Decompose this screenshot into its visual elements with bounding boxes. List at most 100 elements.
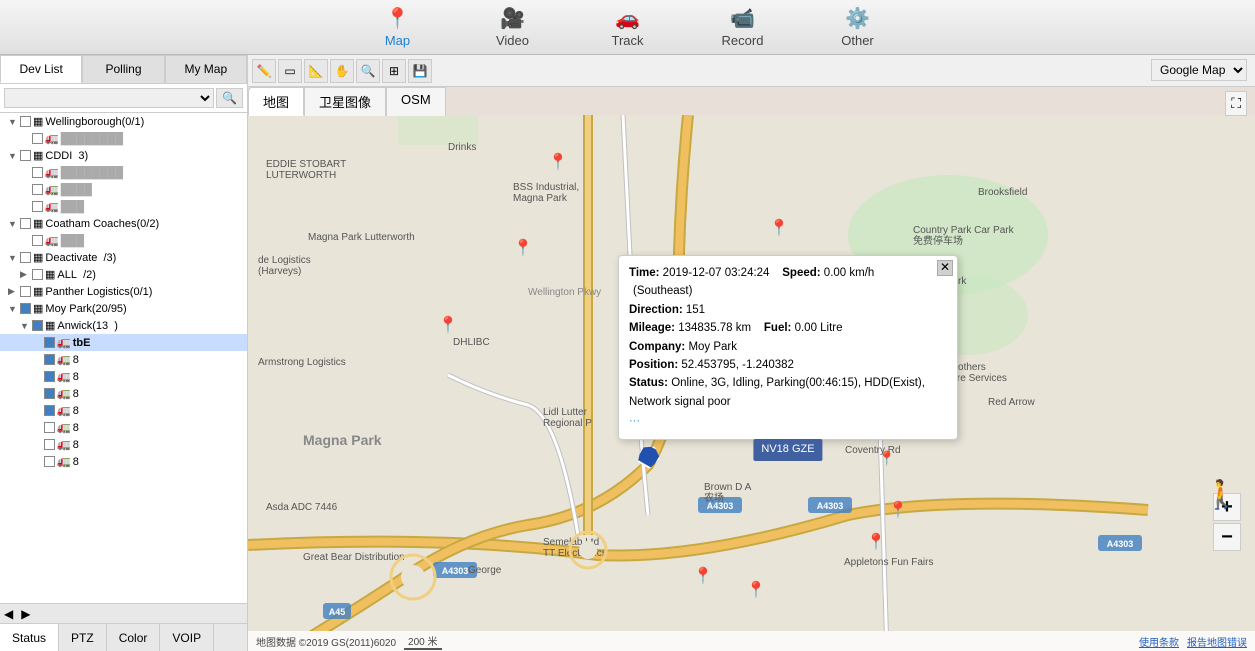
vehicle-marker[interactable] <box>638 445 660 467</box>
map-report-link[interactable]: 报告地图错误 <box>1187 634 1247 649</box>
scroll-right-arrow[interactable]: ▶ <box>17 607 34 621</box>
map-scale-bar: 200 米 <box>404 633 441 650</box>
bottom-tab-ptz[interactable]: PTZ <box>59 624 107 651</box>
popup-close-button[interactable]: ✕ <box>937 260 953 276</box>
toolbar-polygon-btn[interactable]: 📐 <box>304 59 328 83</box>
tree-vehicle-8g[interactable]: 🚛 8 <box>0 453 247 470</box>
svg-text:Country Park Car Park: Country Park Car Park <box>913 225 1015 236</box>
popup-speed-label: Speed: <box>782 267 820 279</box>
map-area[interactable]: ✏️ ▭ 📐 ✋ 🔍 ⊞ 💾 Google Map Baidu Map OSM … <box>248 55 1255 651</box>
tree-group-panther[interactable]: ▶ ▦ Panther Logistics(0/1) <box>0 283 247 300</box>
tree-vehicle-8d[interactable]: 🚛 8 <box>0 402 247 419</box>
tree-group-anwick[interactable]: ▼ ▦ Anwick(13 ) <box>0 317 247 334</box>
svg-text:George: George <box>468 565 502 576</box>
toolbar-zoom-btn[interactable]: 🔍 <box>356 59 380 83</box>
map-tab-osm[interactable]: OSM <box>386 87 446 116</box>
popup-position-value: 52.453795, -1.240382 <box>681 359 794 371</box>
tree-vehicle-w1[interactable]: 🚛 ████████ <box>0 130 247 147</box>
popup-position-row: Position: 52.453795, -1.240382 <box>629 356 947 374</box>
tab-dev-list[interactable]: Dev List <box>0 55 82 83</box>
popup-more-link[interactable]: ··· <box>629 413 947 431</box>
top-nav: 📍 Map 🎥 Video 🚗 Track 📹 Record ⚙️ Other <box>0 0 1255 55</box>
nav-map[interactable]: 📍 Map <box>340 0 455 55</box>
svg-text:LUTERWORTH: LUTERWORTH <box>266 170 336 181</box>
tab-my-map[interactable]: My Map <box>165 55 247 83</box>
zoom-out-button[interactable]: − <box>1213 523 1241 551</box>
popup-time-value: 2019-12-07 03:24:24 <box>663 267 770 279</box>
tree-group-cddi[interactable]: ▼ ▦ CDDI 3) <box>0 147 247 164</box>
search-button[interactable]: 🔍 <box>216 88 243 108</box>
svg-text:📍: 📍 <box>548 152 568 171</box>
map-background[interactable]: A4303 A4303 A4303 A4303 A45 A45 EDDIE ST… <box>248 115 1255 631</box>
tree-vehicle-8c[interactable]: 🚛 8 <box>0 385 247 402</box>
tree-vehicle-8b[interactable]: 🚛 8 <box>0 368 247 385</box>
tree-group-deactivate[interactable]: ▼ ▦ Deactivate /3) <box>0 249 247 266</box>
svg-text:农场: 农场 <box>704 491 724 504</box>
svg-text:A45: A45 <box>329 607 346 617</box>
toolbar-rect-btn[interactable]: ▭ <box>278 59 302 83</box>
tree-vehicle-c2[interactable]: 🚛 ████ <box>0 181 247 198</box>
svg-text:Brooksfield: Brooksfield <box>978 187 1027 198</box>
svg-text:📍: 📍 <box>513 238 533 257</box>
svg-text:Wellington Pkwy: Wellington Pkwy <box>528 287 601 298</box>
map-type-select[interactable]: Google Map Baidu Map OSM <box>1151 59 1247 81</box>
search-select[interactable] <box>4 88 214 108</box>
svg-text:Magna Park Lutterworth: Magna Park Lutterworth <box>308 232 415 243</box>
tree-area[interactable]: ▼ ▦ Wellingborough(0/1) 🚛 ████████ ▼ ▦ C… <box>0 113 247 603</box>
tree-group-icon: ▦ <box>33 115 43 128</box>
video-icon: 🎥 <box>500 6 525 31</box>
street-view-figure[interactable]: 🚶 <box>1204 478 1239 511</box>
map-footer: 地图数据 ©2019 GS(2011)6020 200 米 使用条款 报告地图错… <box>248 631 1255 651</box>
popup-direction-row: Direction: 151 <box>629 301 947 319</box>
bottom-tab-voip[interactable]: VOIP <box>160 624 214 651</box>
tree-vehicle-label-cc1: ███ <box>61 235 84 247</box>
nav-map-label: Map <box>385 33 410 48</box>
toolbar-pan-btn[interactable]: ✋ <box>330 59 354 83</box>
svg-text:Great Bear Distribution: Great Bear Distribution <box>303 552 405 563</box>
nav-record[interactable]: 📹 Record <box>685 0 800 55</box>
tree-vehicle-tbe[interactable]: 🚛 tbE <box>0 334 247 351</box>
nav-track[interactable]: 🚗 Track <box>570 0 685 55</box>
tree-vehicle-8a[interactable]: 🚛 8 <box>0 351 247 368</box>
svg-text:Magna Park: Magna Park <box>513 193 568 204</box>
tree-vehicle-label-c2: ████ <box>61 184 92 196</box>
popup-fuel-value: 0.00 Litre <box>795 322 843 334</box>
toolbar-select-btn[interactable]: ✏️ <box>252 59 276 83</box>
nav-other[interactable]: ⚙️ Other <box>800 0 915 55</box>
nav-video-label: Video <box>496 33 529 48</box>
svg-text:Magna Park: Magna Park <box>303 432 382 448</box>
search-bar: 🔍 <box>0 84 247 113</box>
bottom-tab-status[interactable]: Status <box>0 624 59 651</box>
tree-group-moypark[interactable]: ▼ ▦ Moy Park(20/95) <box>0 300 247 317</box>
nav-other-label: Other <box>841 33 874 48</box>
tree-vehicle-c1[interactable]: 🚛 ████████ <box>0 164 247 181</box>
svg-text:Lidl Lutter: Lidl Lutter <box>543 407 588 418</box>
toolbar-save-btn[interactable]: 💾 <box>408 59 432 83</box>
tree-vehicle-label-tbe: tbE <box>73 337 91 349</box>
map-tab-map[interactable]: 地图 <box>248 87 304 116</box>
map-terms-link[interactable]: 使用条款 <box>1139 634 1179 649</box>
tab-polling[interactable]: Polling <box>82 55 164 83</box>
map-tab-satellite[interactable]: 卫星图像 <box>304 87 386 116</box>
tree-group-coatham[interactable]: ▼ ▦ Coatham Coaches(0/2) <box>0 215 247 232</box>
bottom-tab-color[interactable]: Color <box>107 624 161 651</box>
tree-group-icon7: ▦ <box>33 302 43 315</box>
svg-text:A4303: A4303 <box>817 501 844 511</box>
scroll-left-arrow[interactable]: ◀ <box>0 607 17 621</box>
popup-time-label: Time: <box>629 267 659 279</box>
popup-company-row: Company: Moy Park <box>629 338 947 356</box>
tree-group-label2: CDDI 3) <box>45 150 88 162</box>
nav-video[interactable]: 🎥 Video <box>455 0 570 55</box>
tree-vehicle-8e[interactable]: 🚛 8 <box>0 419 247 436</box>
popup-status-value: Online, 3G, Idling, Parking(00:46:15), H… <box>629 377 925 407</box>
tree-vehicle-cc1[interactable]: 🚛 ███ <box>0 232 247 249</box>
toolbar-grid-btn[interactable]: ⊞ <box>382 59 406 83</box>
tree-group-label4: Deactivate /3) <box>45 252 116 264</box>
svg-text:📍: 📍 <box>693 566 713 585</box>
tree-group-wellingborough[interactable]: ▼ ▦ Wellingborough(0/1) <box>0 113 247 130</box>
tree-group-all[interactable]: ▶ ▦ ALL /2) <box>0 266 247 283</box>
svg-text:Appletons Fun Fairs: Appletons Fun Fairs <box>844 557 934 568</box>
tree-vehicle-8f[interactable]: 🚛 8 <box>0 436 247 453</box>
fullscreen-button[interactable]: ⛶ <box>1225 91 1247 116</box>
tree-vehicle-c3[interactable]: 🚛 ███ <box>0 198 247 215</box>
